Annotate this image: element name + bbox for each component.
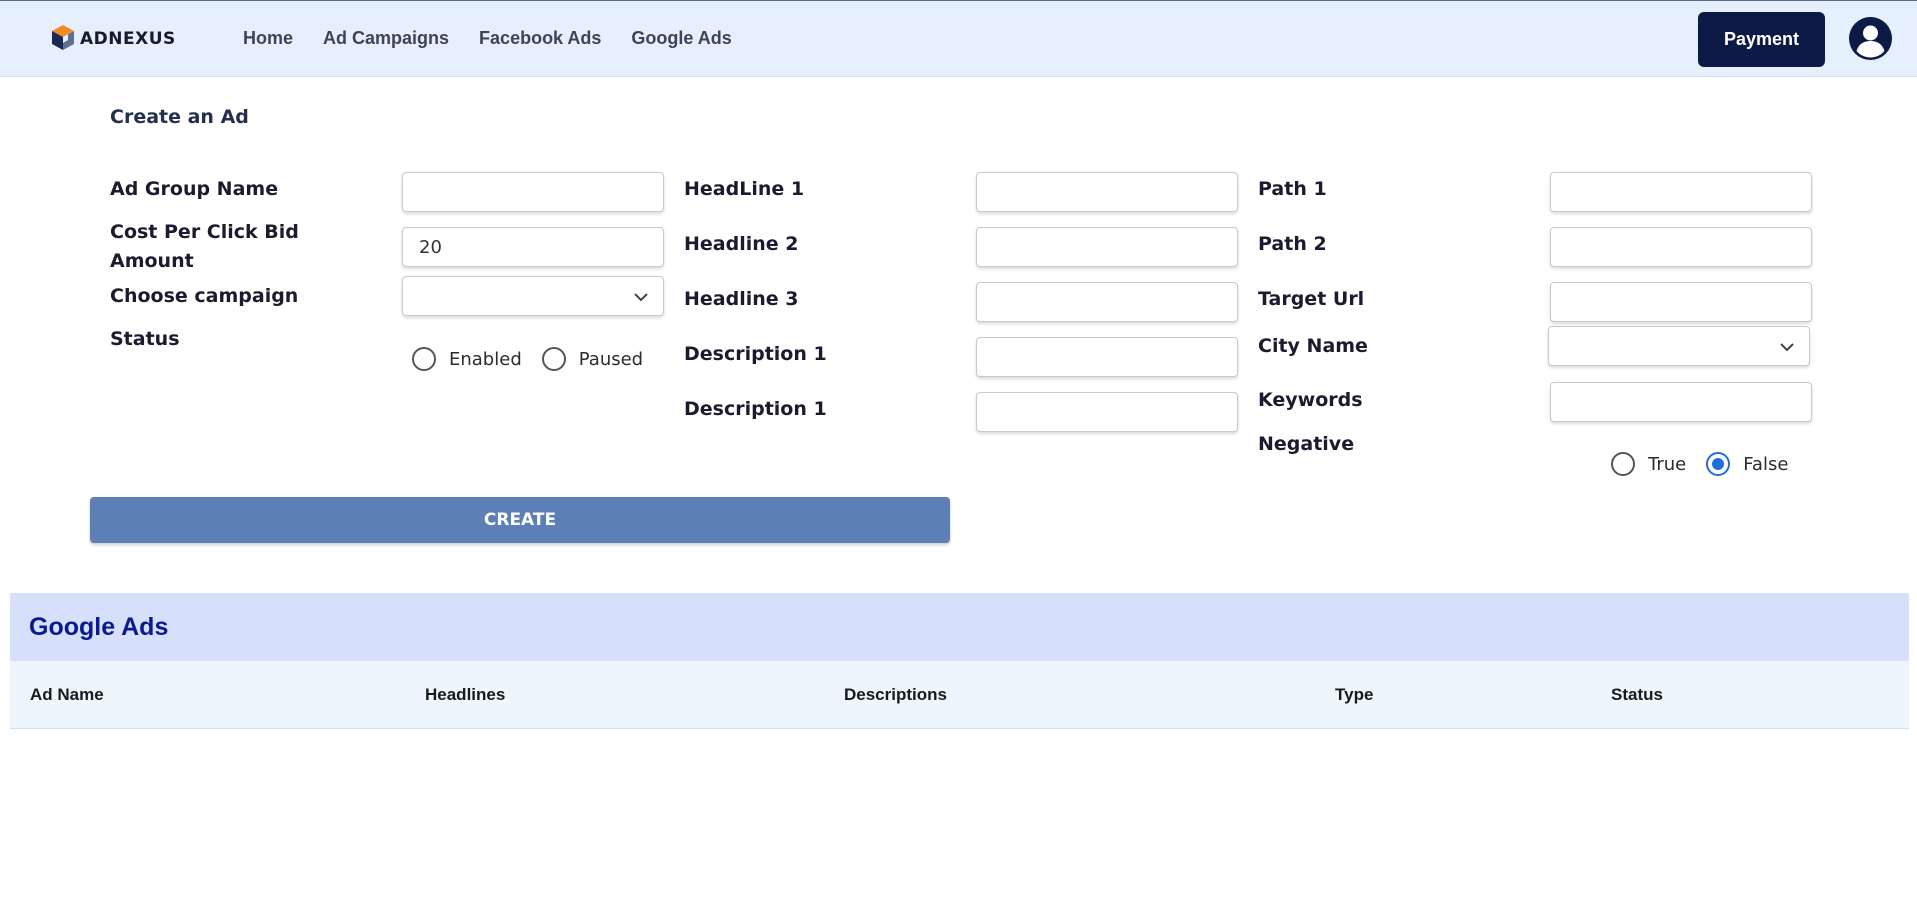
description1-label: Description 1 (684, 343, 827, 365)
adnexus-logo-icon (52, 25, 74, 50)
headline3-input[interactable] (976, 282, 1238, 322)
nav-google-ads[interactable]: Google Ads (631, 28, 731, 49)
keywords-input[interactable] (1550, 382, 1812, 422)
nav-home[interactable]: Home (243, 28, 293, 49)
negative-label: Negative (1258, 433, 1355, 455)
column-header-headlines[interactable]: Headlines (425, 685, 505, 705)
negative-false-radio[interactable]: False (1706, 452, 1788, 476)
headline3-label: Headline 3 (684, 288, 799, 310)
description1-input[interactable] (976, 337, 1238, 377)
status-enabled-radio[interactable]: Enabled (412, 347, 522, 371)
keywords-label: Keywords (1258, 389, 1363, 411)
chevron-down-icon (634, 293, 648, 302)
negative-false-label: False (1743, 453, 1789, 475)
headline2-label: Headline 2 (684, 233, 799, 255)
status-paused-label: Paused (578, 348, 644, 370)
user-avatar-icon[interactable] (1849, 17, 1892, 60)
negative-true-radio[interactable]: True (1611, 452, 1686, 476)
description2-input[interactable] (976, 392, 1238, 432)
create-button[interactable]: CREATE (90, 497, 950, 543)
target-url-input[interactable] (1550, 282, 1812, 322)
headline1-input[interactable] (976, 172, 1238, 212)
page-title: Create an Ad (110, 106, 249, 128)
nav-ad-campaigns[interactable]: Ad Campaigns (323, 28, 449, 49)
payment-button[interactable]: Payment (1698, 12, 1825, 67)
nav-facebook-ads[interactable]: Facebook Ads (479, 28, 601, 49)
description2-label: Description 1 (684, 398, 827, 420)
city-name-select[interactable] (1548, 326, 1810, 366)
path2-label: Path 2 (1258, 233, 1327, 255)
column-header-type[interactable]: Type (1335, 685, 1373, 705)
top-navbar: ADNEXUS Home Ad Campaigns Facebook Ads G… (0, 0, 1917, 77)
campaign-label: Choose campaign (110, 285, 299, 307)
headline2-input[interactable] (976, 227, 1238, 267)
headline1-label: HeadLine 1 (684, 178, 805, 200)
path1-input[interactable] (1550, 172, 1812, 212)
cpc-input[interactable] (402, 227, 664, 267)
main-nav: Home Ad Campaigns Facebook Ads Google Ad… (243, 28, 732, 49)
table-title-bar: Google Ads (10, 593, 1909, 661)
ad-group-name-input[interactable] (402, 172, 664, 212)
column-header-descriptions[interactable]: Descriptions (844, 685, 947, 705)
negative-radio-group: True False (1611, 452, 1808, 476)
status-paused-radio[interactable]: Paused (541, 347, 644, 371)
ad-group-name-label: Ad Group Name (110, 178, 279, 200)
status-radio-group: Enabled Paused (412, 347, 663, 371)
table-title: Google Ads (29, 612, 169, 641)
chevron-down-icon (1780, 343, 1794, 352)
table-header-row: Ad Name Headlines Descriptions Type Stat… (10, 661, 1909, 729)
column-header-ad-name[interactable]: Ad Name (30, 685, 104, 705)
radio-circle[interactable] (412, 347, 436, 371)
cpc-label-line2: Amount (110, 250, 194, 272)
negative-true-label: True (1648, 453, 1687, 475)
status-enabled-label: Enabled (449, 348, 522, 370)
brand-name: ADNEXUS (80, 29, 176, 49)
radio-circle[interactable] (541, 347, 566, 371)
status-label: Status (110, 328, 180, 350)
google-ads-table: Google Ads Ad Name Headlines Description… (10, 593, 1909, 729)
path2-input[interactable] (1550, 227, 1812, 267)
column-header-status[interactable]: Status (1611, 685, 1663, 705)
radio-circle-selected[interactable] (1706, 452, 1731, 476)
campaign-select[interactable] (402, 276, 664, 316)
path1-label: Path 1 (1258, 178, 1327, 200)
cpc-label-line1: Cost Per Click Bid (110, 221, 299, 243)
target-url-label: Target Url (1258, 288, 1365, 310)
city-name-label: City Name (1258, 335, 1368, 357)
radio-circle[interactable] (1611, 452, 1635, 476)
brand-logo[interactable]: ADNEXUS (50, 24, 176, 54)
